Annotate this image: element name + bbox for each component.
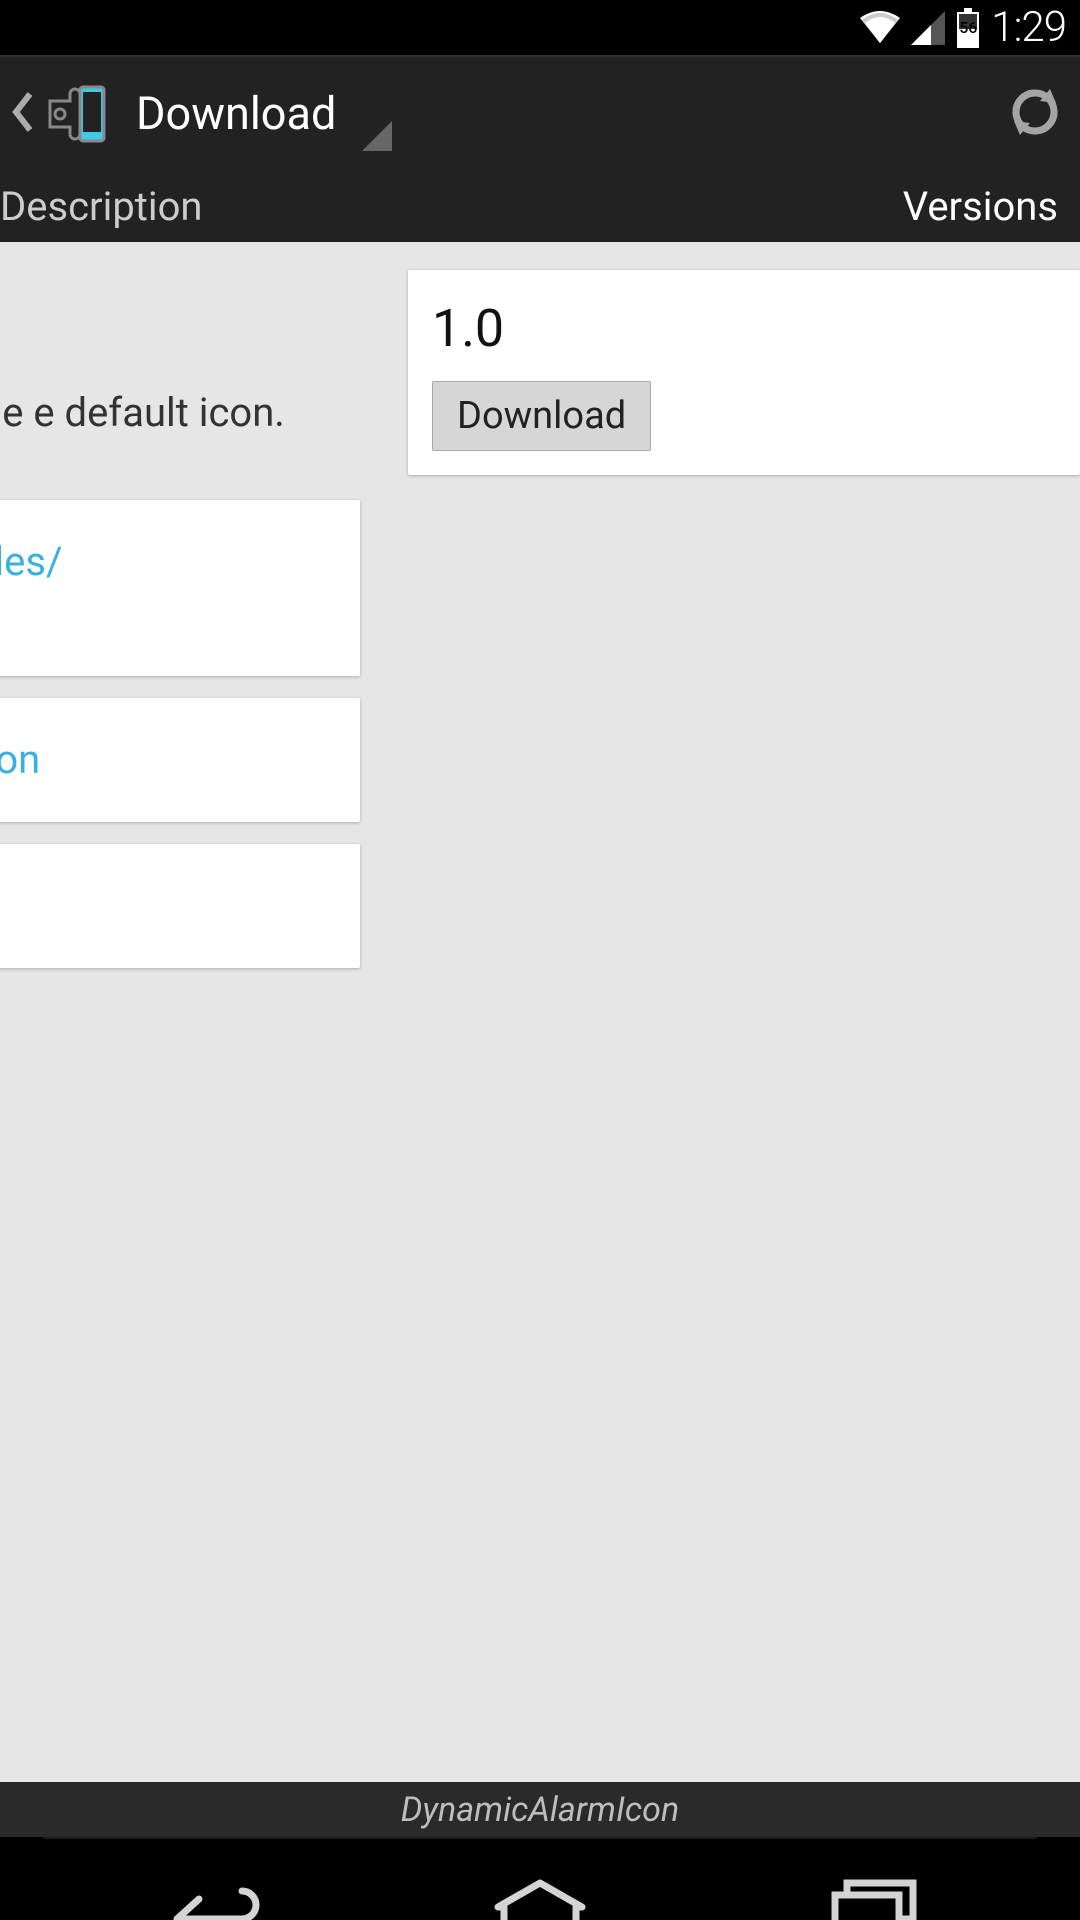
actionbar-title[interactable]: Download [136, 87, 336, 140]
github-link[interactable]: nZ/DynamicAlarmIcon [0, 736, 40, 783]
battery-level: 56 [959, 18, 977, 37]
tab-description[interactable]: Description [0, 183, 203, 230]
tab-versions[interactable]: Versions [903, 183, 1058, 230]
nav-recents-icon[interactable] [813, 1875, 933, 1920]
action-bar: Download [0, 55, 1080, 170]
forum-link[interactable]: .com/xposed/modules/9 [0, 538, 63, 637]
nav-back-icon[interactable] [147, 1875, 267, 1920]
version-card: 1.0 Download [408, 270, 1080, 475]
description-page: n tatus bar show you the e default icon.… [0, 242, 380, 990]
link-card-forum[interactable]: .com/xposed/modules/9 [0, 500, 360, 676]
version-number: 1.0 [432, 298, 1056, 359]
link-card-module[interactable]: e/435 [0, 844, 360, 968]
content-area[interactable]: n tatus bar show you the e default icon.… [0, 242, 1080, 1782]
module-name: DynamicAlarmIcon [401, 1790, 679, 1830]
refresh-icon[interactable] [1006, 83, 1064, 145]
link-card-github[interactable]: nZ/DynamicAlarmIcon [0, 698, 360, 822]
versions-page: 1.0 Download [408, 270, 1080, 475]
app-icon[interactable] [38, 79, 108, 149]
module-title-fragment: n [0, 282, 360, 338]
module-description: tatus bar show you the e default icon. [0, 386, 360, 440]
nav-home-icon[interactable] [480, 1875, 600, 1920]
spinner-dropdown-icon[interactable] [362, 121, 392, 151]
download-button[interactable]: Download [432, 381, 651, 451]
status-bar: 56 1:29 [0, 0, 1080, 55]
battery-icon: 56 [955, 8, 981, 48]
back-icon[interactable] [12, 90, 34, 138]
footer: DynamicAlarmIcon [0, 1782, 1080, 1837]
tabs: Description Versions [0, 170, 1080, 242]
navigation-bar [0, 1837, 1080, 1920]
cell-signal-icon [911, 11, 945, 45]
wifi-icon [859, 11, 901, 45]
clock: 1:29 [991, 3, 1066, 52]
